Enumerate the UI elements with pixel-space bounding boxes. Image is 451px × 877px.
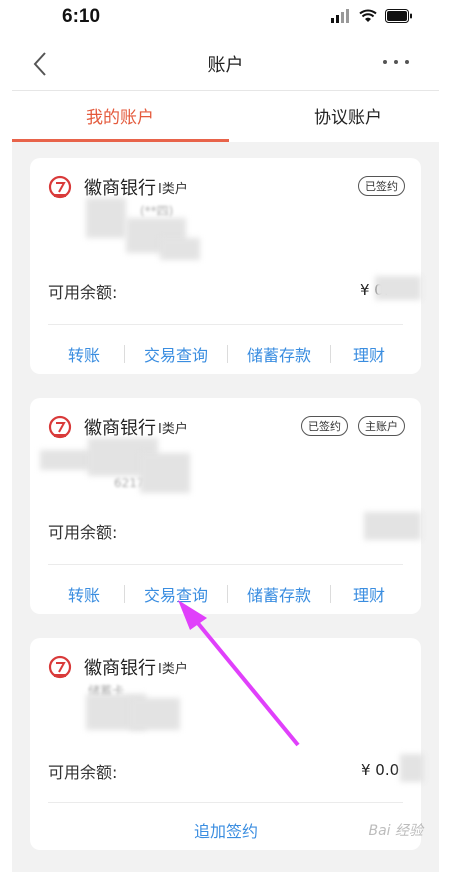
card-header: 徽商银行 I类户 xyxy=(48,414,188,440)
signal-icon xyxy=(331,9,349,23)
status-icons xyxy=(331,9,413,23)
masked-block xyxy=(400,754,424,782)
wealth-management-button[interactable]: 理财 xyxy=(319,582,419,606)
card-actions: 转账 交易查询 储蓄存款 理财 xyxy=(30,582,421,606)
transfer-button[interactable]: 转账 xyxy=(34,582,134,606)
card-divider xyxy=(48,802,403,803)
signed-badge: 已签约 xyxy=(358,176,405,196)
transaction-query-button[interactable]: 交易查询 xyxy=(126,582,226,606)
add-signing-button[interactable]: 追加签约 xyxy=(176,818,276,842)
status-time: 6:10 xyxy=(62,6,101,27)
transaction-query-button[interactable]: 交易查询 xyxy=(126,342,226,366)
account-tabs: 我的账户 协议账户 xyxy=(12,90,439,142)
wealth-management-button[interactable]: 理财 xyxy=(319,342,419,366)
watermark: Bai 经验 xyxy=(368,823,423,839)
transfer-button[interactable]: 转账 xyxy=(34,342,134,366)
signed-badge: 已签约 xyxy=(301,416,348,436)
bank-logo-icon xyxy=(48,175,72,199)
account-class: I类户 xyxy=(158,181,188,197)
balance-label: 可用余额: xyxy=(48,283,118,302)
savings-deposit-button[interactable]: 储蓄存款 xyxy=(229,342,329,366)
battery-icon xyxy=(385,9,412,23)
masked-block xyxy=(86,198,126,238)
card-divider xyxy=(48,324,403,325)
bank-name: 徽商银行 xyxy=(84,178,156,199)
card-divider xyxy=(48,564,403,565)
masked-block xyxy=(140,453,190,493)
account-class: I类户 xyxy=(158,421,188,437)
masked-block xyxy=(364,512,421,540)
bank-name: 徽商银行 xyxy=(84,418,156,439)
account-card[interactable]: 徽商银行 I类户 已签约 (**四) 可用余额: ¥ 0. 转账 交易查询 储蓄… xyxy=(30,158,421,374)
masked-account-info: (**四) xyxy=(140,204,174,218)
action-separator xyxy=(227,345,228,363)
more-icon[interactable] xyxy=(381,52,411,72)
account-card[interactable]: 徽商银行 I类户 已签约 主账户 6217 *** 可用余额: 转账 交易查询 … xyxy=(30,398,421,614)
badges: 已签约 主账户 xyxy=(301,416,405,436)
action-separator xyxy=(227,585,228,603)
badges: 已签约 xyxy=(358,176,405,196)
masked-block xyxy=(160,238,200,260)
card-actions: 追加签约 xyxy=(30,818,421,842)
card-header: 徽商银行 I类户 xyxy=(48,654,188,680)
card-header: 徽商银行 I类户 xyxy=(48,174,188,200)
tab-agreement-accounts[interactable]: 协议账户 xyxy=(314,103,382,128)
balance-label: 可用余额: xyxy=(48,523,118,542)
card-actions: 转账 交易查询 储蓄存款 理财 xyxy=(30,342,421,366)
wifi-icon xyxy=(359,9,377,22)
masked-block xyxy=(375,276,421,300)
savings-deposit-button[interactable]: 储蓄存款 xyxy=(229,582,329,606)
primary-account-badge: 主账户 xyxy=(358,416,405,436)
action-separator xyxy=(124,345,125,363)
action-separator xyxy=(124,585,125,603)
tab-my-accounts[interactable]: 我的账户 xyxy=(86,103,154,128)
nav-bar: 账户 xyxy=(0,40,451,88)
status-bar: 6:10 xyxy=(0,0,451,40)
bank-logo-icon xyxy=(48,655,72,679)
masked-block xyxy=(130,698,180,730)
account-list: 徽商银行 I类户 已签约 (**四) 可用余额: ¥ 0. 转账 交易查询 储蓄… xyxy=(12,142,439,872)
account-card[interactable]: 徽商银行 I类户 储蓄卡 可用余额: ¥ 0.0 追加签约 xyxy=(30,638,424,850)
balance-value: ¥ 0.0 xyxy=(361,761,400,779)
balance-label: 可用余额: xyxy=(48,763,118,782)
account-class: I类户 xyxy=(158,661,188,677)
bank-logo-icon xyxy=(48,415,72,439)
bank-name: 徽商银行 xyxy=(84,658,156,679)
